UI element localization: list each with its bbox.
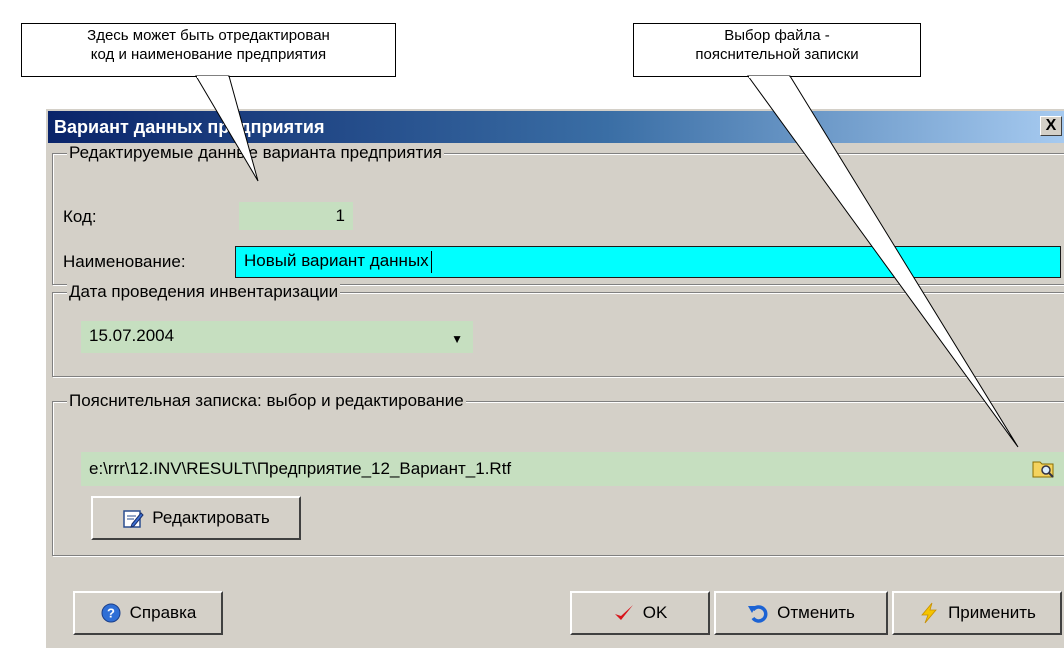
- group-note-legend: Пояснительная записка: выбор и редактиро…: [67, 391, 466, 411]
- lightning-icon: [921, 602, 937, 624]
- chevron-down-icon[interactable]: ▼: [451, 324, 463, 354]
- edit-document-icon: [123, 510, 144, 528]
- ok-button-label: OK: [642, 603, 668, 622]
- folder-search-icon[interactable]: [1031, 457, 1055, 479]
- dialog-window: Вариант данных предприятия X Редактируем…: [44, 107, 1064, 648]
- group-edit-legend: Редактируемые данные варианта предприяти…: [67, 143, 444, 163]
- cancel-button-label: Отменить: [777, 603, 855, 622]
- group-explanatory-note: Пояснительная записка: выбор и редактиро…: [52, 391, 1064, 556]
- svg-text:?: ?: [107, 606, 115, 621]
- file-path-field[interactable]: e:\rrr\12.INV\RESULT\Предприятие_12_Вари…: [81, 452, 1064, 486]
- dialog-title: Вариант данных предприятия: [54, 117, 325, 137]
- apply-button[interactable]: Применить: [892, 591, 1062, 635]
- code-label: Код:: [63, 207, 97, 226]
- callout-edit-hint: Здесь может быть отредактирован код и на…: [21, 23, 396, 77]
- name-input[interactable]: Новый вариант данных: [235, 246, 1061, 278]
- group-edit-data: Редактируемые данные варианта предприяти…: [52, 143, 1064, 285]
- close-icon: X: [1045, 117, 1057, 134]
- close-button[interactable]: X: [1040, 116, 1062, 136]
- date-value: 15.07.2004: [89, 326, 175, 345]
- undo-icon: [748, 605, 768, 623]
- name-input-value: Новый вариант данных: [244, 251, 429, 270]
- ok-button[interactable]: OK: [570, 591, 710, 635]
- group-inventory-date: Дата проведения инвентаризации 15.07.200…: [52, 282, 1064, 377]
- edit-button[interactable]: Редактировать: [91, 496, 301, 540]
- title-bar[interactable]: Вариант данных предприятия X: [48, 111, 1064, 143]
- text-caret: [430, 250, 432, 273]
- help-button[interactable]: ? Справка: [73, 591, 223, 635]
- code-field[interactable]: 1: [239, 202, 353, 230]
- help-button-label: Справка: [129, 603, 197, 622]
- date-select[interactable]: 15.07.2004 ▼: [81, 321, 473, 353]
- callout-file-hint: Выбор файла - пояснительной записки: [633, 23, 921, 77]
- help-icon: ?: [101, 603, 121, 623]
- group-date-legend: Дата проведения инвентаризации: [67, 282, 341, 302]
- cancel-button[interactable]: Отменить: [714, 591, 888, 635]
- checkmark-icon: [614, 605, 633, 620]
- edit-button-label: Редактировать: [152, 508, 270, 527]
- file-path-value: e:\rrr\12.INV\RESULT\Предприятие_12_Вари…: [89, 459, 512, 478]
- name-label: Наименование:: [63, 252, 186, 271]
- apply-button-label: Применить: [948, 603, 1036, 622]
